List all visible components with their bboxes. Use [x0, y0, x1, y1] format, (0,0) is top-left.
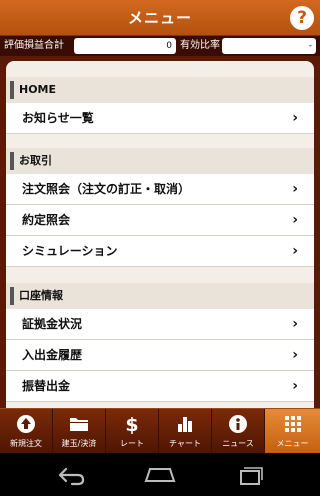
section-marker [10, 152, 14, 170]
dollar-icon: $ [106, 414, 158, 436]
menu-item-label: シミュレーション [22, 244, 118, 258]
menu-item-label: 振替出金 [22, 379, 71, 393]
folder-icon [53, 414, 105, 434]
tab-chart[interactable]: チャート [159, 409, 212, 454]
chevron-right-icon: › [292, 316, 298, 332]
recent-apps-icon[interactable] [230, 463, 270, 487]
tab-label: レート [120, 439, 144, 448]
tab-label: ニュース [222, 439, 254, 448]
section-heading-label: お取引 [19, 154, 52, 167]
menu-item-label: 入出金履歴 [22, 348, 83, 362]
pl-summary-bar: 評価損益合計 0 有効比率 - [0, 36, 320, 56]
unrealized-pl-label: 評価損益合計 [4, 40, 64, 51]
menu-item-label: 証拠金状況 [22, 317, 83, 331]
menu-item-margin-status[interactable]: 証拠金状況 › [6, 309, 314, 340]
section-heading-home: HOME [6, 77, 314, 103]
bottom-tab-bar: 新規注文 建玉/決済 $ レート チャート ニュース メニュー [0, 408, 320, 454]
menu-content[interactable]: HOME お知らせ一覧 › お取引 注文照会（注文の訂正・取消） › 約定照会 … [0, 56, 320, 408]
menu-item-label: お知らせ一覧 [22, 111, 94, 125]
menu-item-notices[interactable]: お知らせ一覧 › [6, 103, 314, 134]
menu-panel: HOME お知らせ一覧 › お取引 注文照会（注文の訂正・取消） › 約定照会 … [6, 61, 314, 408]
menu-item-order-inquiry[interactable]: 注文照会（注文の訂正・取消） › [6, 174, 314, 205]
tab-label: メニュー [276, 439, 309, 448]
chevron-right-icon: › [292, 212, 298, 228]
grid-menu-icon [265, 414, 320, 434]
bar-chart-icon [159, 414, 211, 434]
tab-rates[interactable]: $ レート [106, 409, 159, 454]
tab-label: 新規注文 [10, 439, 42, 448]
system-nav-bar [0, 453, 320, 496]
chevron-right-icon: › [292, 378, 298, 394]
margin-ratio-value: - [222, 38, 316, 54]
section-heading-account: 口座情報 [6, 283, 314, 309]
chevron-right-icon: › [292, 181, 298, 197]
chevron-right-icon: › [292, 110, 298, 126]
app-header: メニュー ? [0, 0, 320, 36]
section-heading-trading: お取引 [6, 148, 314, 174]
menu-item-label: 約定照会 [22, 213, 71, 227]
page-title: メニュー [127, 9, 192, 27]
tab-label: 建玉/決済 [61, 439, 97, 448]
chevron-right-icon: › [292, 243, 298, 259]
tab-news[interactable]: ニュース [212, 409, 265, 454]
tab-menu[interactable]: メニュー [265, 409, 320, 454]
tab-new-order[interactable]: 新規注文 [0, 409, 53, 454]
section-marker [10, 81, 14, 99]
section-heading-label: HOME [19, 83, 57, 96]
tab-positions[interactable]: 建玉/決済 [53, 409, 106, 454]
chevron-right-icon: › [292, 347, 298, 363]
svg-text:$: $ [125, 414, 138, 434]
menu-item-label: 注文照会（注文の訂正・取消） [22, 182, 191, 196]
home-icon[interactable] [140, 463, 180, 487]
section-heading-label: 口座情報 [19, 289, 63, 302]
unrealized-pl-value: 0 [74, 38, 176, 54]
help-icon[interactable]: ? [290, 6, 314, 30]
margin-ratio-label: 有効比率 [180, 40, 220, 51]
menu-item-transfer-withdrawal[interactable]: 振替出金 › [6, 371, 314, 402]
info-icon [212, 414, 264, 434]
up-arrow-circle-icon [0, 414, 52, 434]
menu-item-simulation[interactable]: シミュレーション › [6, 236, 314, 267]
menu-item-execution-inquiry[interactable]: 約定照会 › [6, 205, 314, 236]
tab-label: チャート [169, 439, 201, 448]
menu-item-deposit-history[interactable]: 入出金履歴 › [6, 340, 314, 371]
back-icon[interactable] [50, 463, 90, 487]
section-marker [10, 287, 14, 305]
